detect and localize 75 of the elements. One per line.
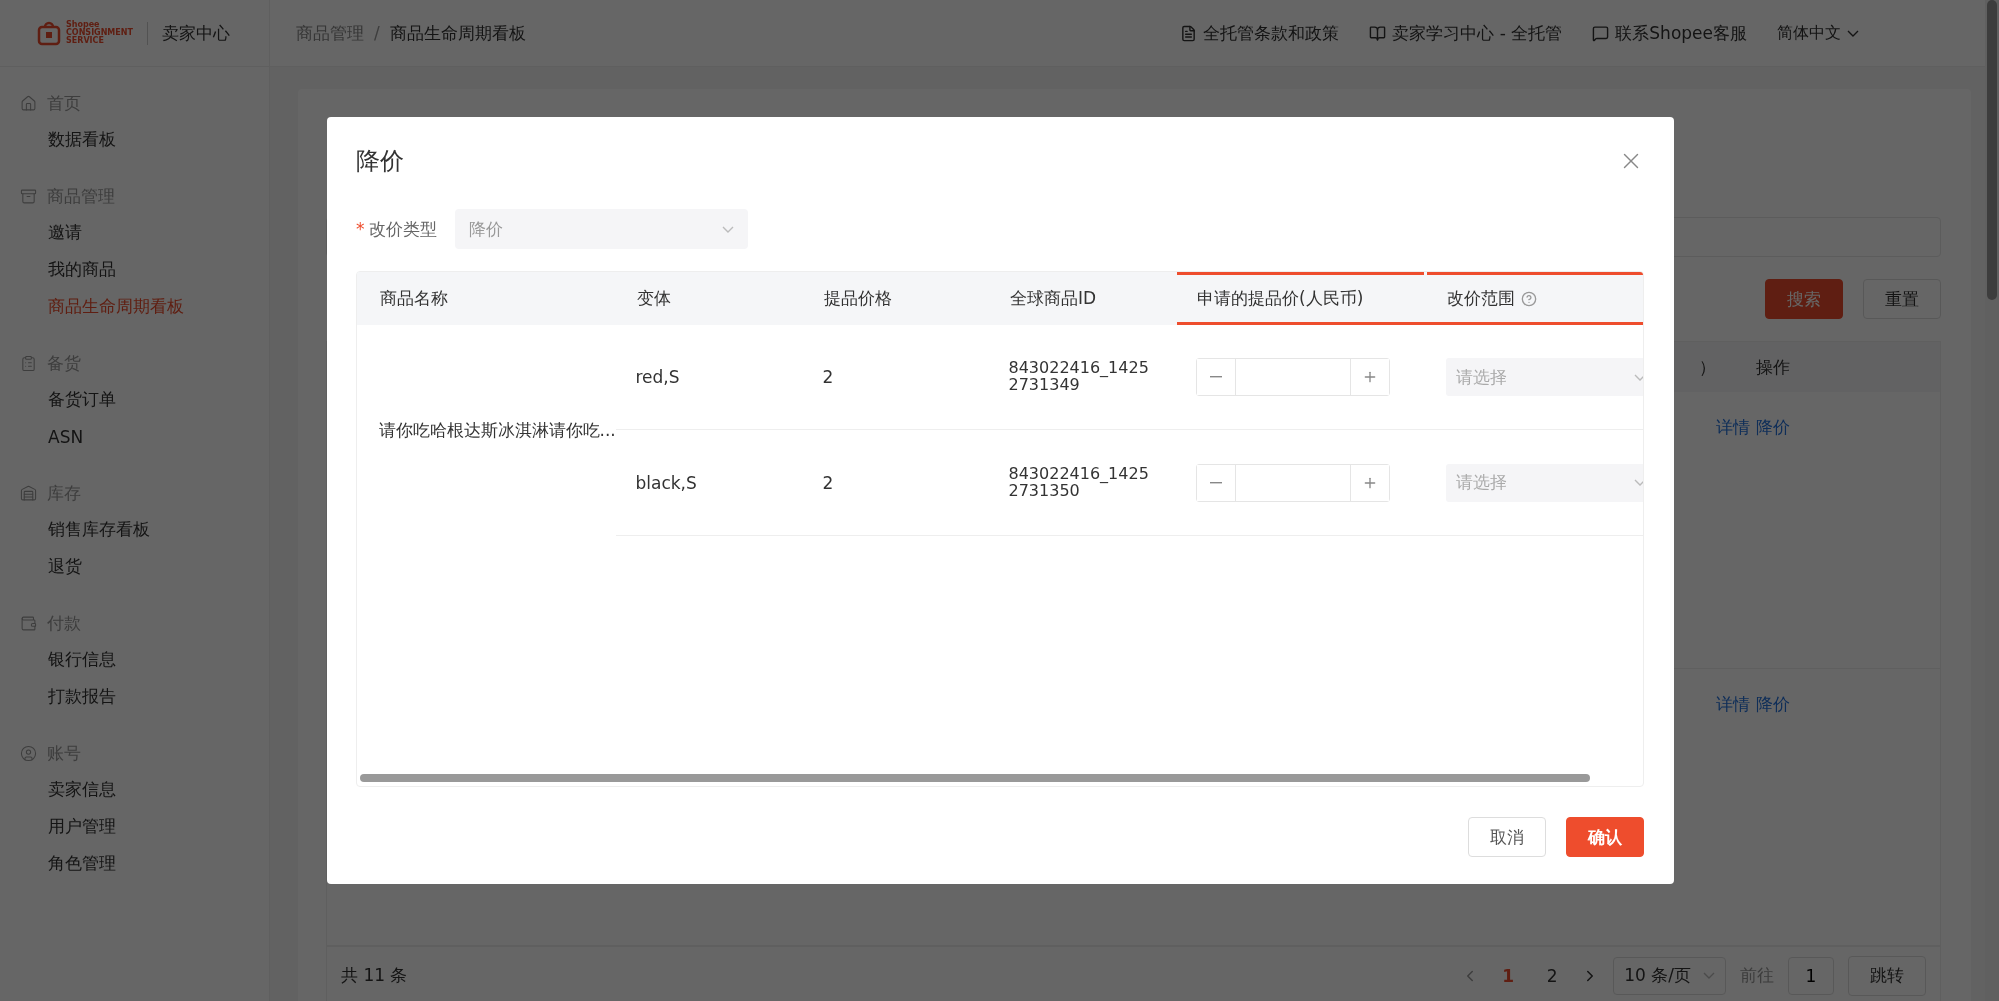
- column-header: 商品名称: [358, 273, 616, 324]
- breadcrumb-item[interactable]: 商品生命周期看板: [389, 21, 526, 45]
- action-link[interactable]: 降价: [1756, 693, 1790, 945]
- sidebar-item[interactable]: 角色管理: [0, 845, 269, 882]
- column-header: 变体: [615, 273, 803, 324]
- app-title: 卖家中心: [146, 21, 230, 45]
- document-icon: [1180, 24, 1198, 42]
- breadcrumb-separator: /: [374, 23, 380, 43]
- warehouse-icon: [20, 484, 37, 502]
- chevron-down-icon: [1633, 479, 1643, 486]
- language-selector[interactable]: 简体中文: [1777, 22, 1859, 44]
- house-icon: [20, 94, 37, 112]
- chevron-down-icon: [1703, 972, 1715, 979]
- clipboard-icon: [20, 354, 37, 372]
- cancel-button[interactable]: 取消: [1468, 817, 1546, 857]
- sidebar-item[interactable]: 打款报告: [0, 678, 269, 715]
- goto-page-input[interactable]: 1: [1788, 956, 1834, 995]
- form-label: * 改价类型: [356, 217, 437, 241]
- help-icon[interactable]: [1521, 290, 1537, 307]
- range-select[interactable]: 请选择: [1445, 358, 1643, 396]
- chat-icon: [1592, 24, 1610, 42]
- user-icon: [20, 744, 37, 762]
- sidebar-item[interactable]: 备货订单: [0, 381, 269, 418]
- total-count: 共 11 条: [341, 964, 409, 987]
- page-size-select[interactable]: 10 条/页: [1613, 956, 1726, 995]
- sidebar-item[interactable]: 邀请: [0, 214, 269, 251]
- sidebar-item[interactable]: 用户管理: [0, 808, 269, 845]
- header-link[interactable]: 卖家学习中心 - 全托管: [1369, 21, 1563, 45]
- page-number[interactable]: 2: [1537, 965, 1568, 986]
- sidebar-item[interactable]: 卖家信息: [0, 771, 269, 808]
- range-select[interactable]: 请选择: [1445, 463, 1643, 502]
- header-link[interactable]: 联系Shopee客服: [1592, 21, 1747, 45]
- confirm-button[interactable]: 确认: [1566, 817, 1644, 857]
- column-header: 操作: [1756, 355, 1790, 379]
- sidebar-item[interactable]: ASN: [0, 418, 269, 455]
- minus-icon: [1209, 376, 1222, 378]
- chevron-down-icon: [1847, 29, 1859, 37]
- jump-button[interactable]: 跳转: [1848, 955, 1926, 996]
- product-name: 请你吃哈根达斯冰淇淋请你吃...: [378, 418, 616, 442]
- column-header: 改价范围: [1425, 273, 1643, 324]
- chevron-down-icon: [1633, 373, 1643, 381]
- sidebar-item[interactable]: 我的商品: [0, 251, 269, 288]
- sidebar-item[interactable]: 数据看板: [0, 121, 269, 158]
- column-header: 提品价格: [802, 273, 989, 324]
- header-link[interactable]: 全托管条款和政策: [1180, 21, 1340, 45]
- column-header: 申请的提品价(人民币): [1175, 273, 1426, 324]
- variant-text: black,S: [635, 472, 697, 493]
- wallet-icon: [20, 614, 37, 632]
- global-id-text: 843022416_14252731350: [1008, 465, 1150, 500]
- sidebar-item[interactable]: 商品生命周期看板: [0, 288, 269, 325]
- sidebar-item[interactable]: 银行信息: [0, 641, 269, 678]
- reset-button[interactable]: 重置: [1863, 279, 1941, 319]
- sidebar-item[interactable]: 退货: [0, 548, 269, 585]
- global-id-text: 843022416_14252731349: [1008, 360, 1150, 394]
- price-type-select[interactable]: 降价: [454, 209, 748, 249]
- chevron-down-icon: [721, 225, 734, 233]
- column-header: 全球商品ID: [988, 273, 1176, 324]
- variant-text: red,S: [635, 367, 680, 387]
- action-link[interactable]: 降价: [1756, 416, 1790, 668]
- shopee-logo: Shopee CONSIGNMENT SERVICE: [36, 20, 133, 46]
- sidebar-item[interactable]: 销售库存看板: [0, 511, 269, 548]
- box-icon: [20, 187, 37, 205]
- action-link[interactable]: 详情: [1716, 416, 1750, 668]
- price-text: 2: [822, 472, 834, 493]
- minus-icon: [1209, 481, 1222, 484]
- book-icon: [1369, 24, 1387, 42]
- horizontal-scrollbar[interactable]: [360, 774, 1590, 782]
- page-number[interactable]: 1: [1493, 965, 1524, 986]
- price-text: 2: [822, 367, 834, 387]
- action-link[interactable]: 详情: [1716, 693, 1750, 945]
- price-stepper[interactable]: [1195, 463, 1390, 502]
- search-button[interactable]: 搜索: [1765, 279, 1843, 319]
- price-stepper[interactable]: [1195, 358, 1390, 396]
- column-header: ）: [1699, 355, 1716, 379]
- dialog-title: 降价: [356, 146, 404, 177]
